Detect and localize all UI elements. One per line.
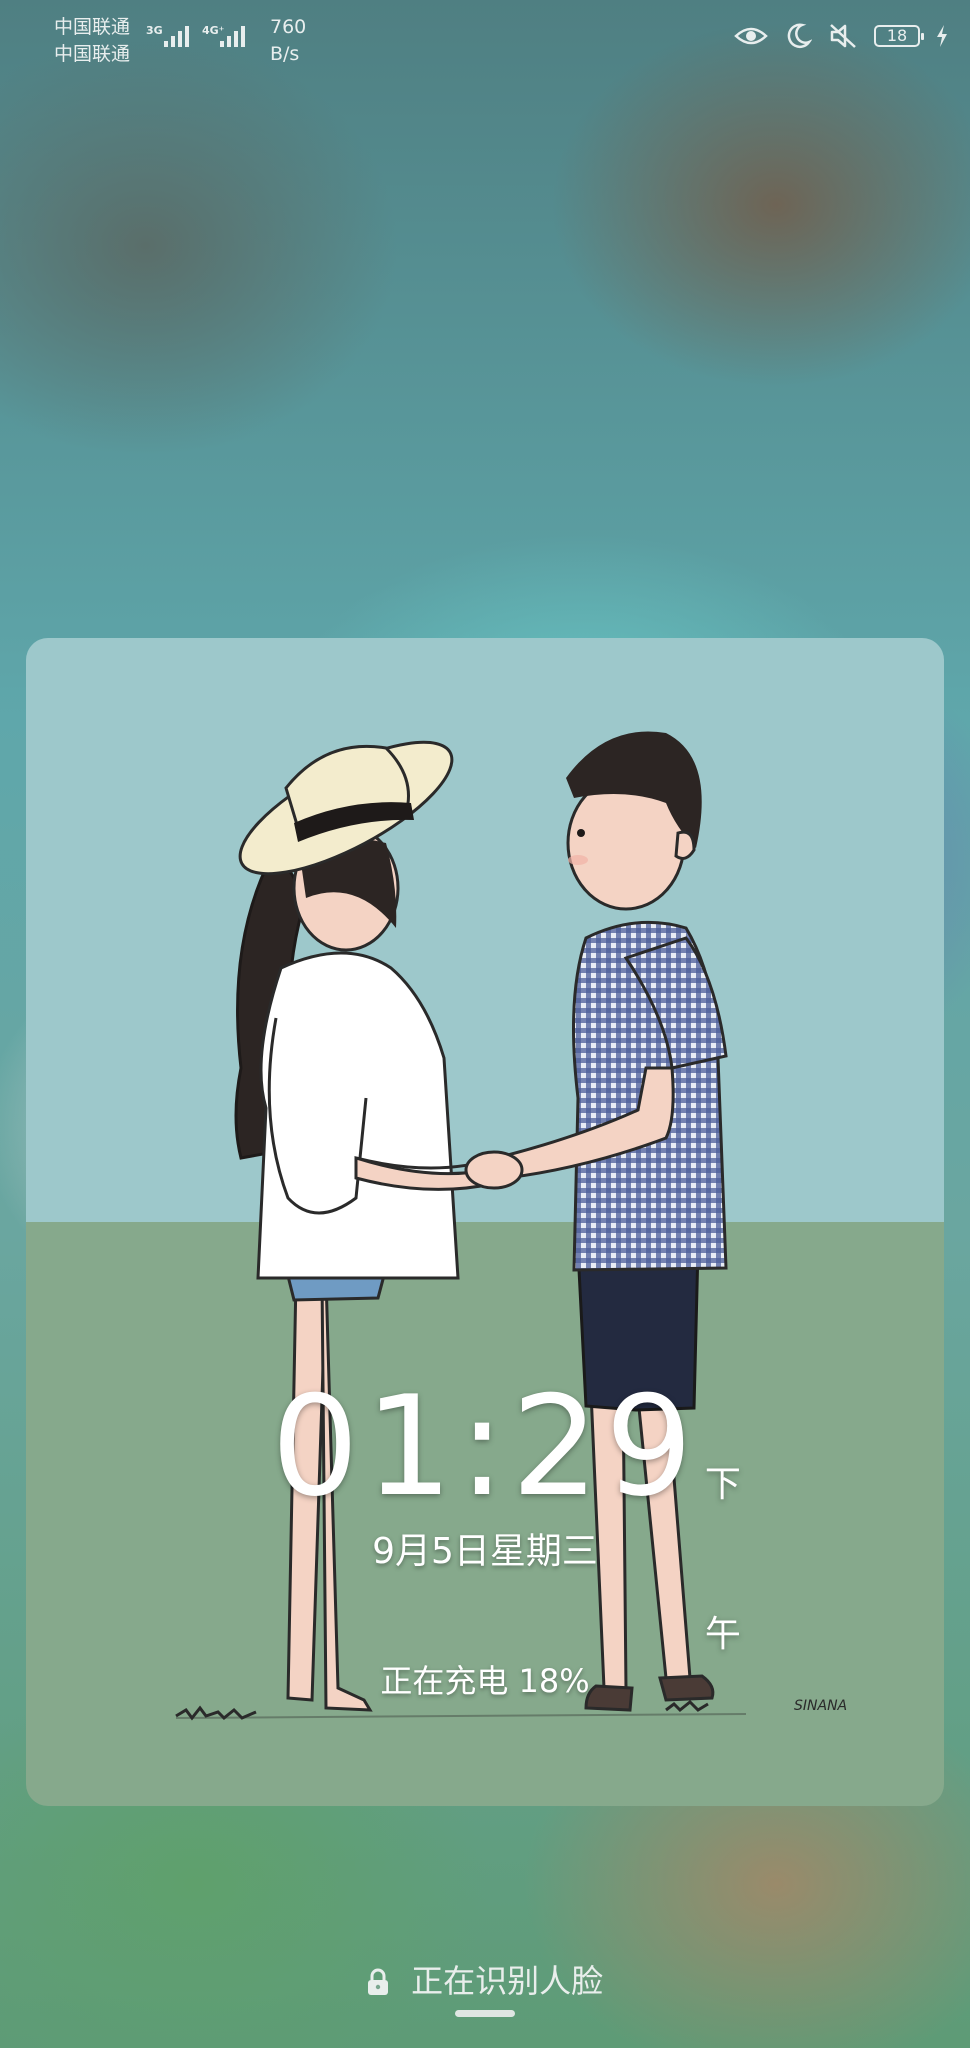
status-icons: 18 [734, 22, 948, 50]
lock-icon [367, 1968, 388, 1995]
carrier-2: 中国联通 [54, 43, 131, 65]
wallpaper-card: SINANA [26, 638, 944, 1806]
clock-time: 01:29 下午 [271, 1372, 741, 1656]
signal-bars-icon [220, 26, 245, 47]
battery-level: 18 [886, 26, 908, 45]
network-speed: 760 B/s [270, 14, 306, 68]
speed-unit: B/s [270, 43, 300, 65]
moon-icon [787, 23, 812, 49]
status-bar: 中国联通 中国联通 3G 4G⁺ 760 B/s 18 [0, 0, 970, 80]
network-type-1: 3G [146, 24, 163, 37]
battery-icon: 18 [874, 25, 924, 47]
couple-illustration: SINANA [175, 731, 847, 1721]
face-unlock-status: 正在识别人脸 [0, 1956, 970, 2002]
speed-value: 760 [270, 16, 307, 38]
signal-bars-icon [164, 26, 189, 47]
charging-status: 正在充电 18% [380, 1662, 590, 1700]
lockscreen-clock: 01:29 下午 9月5日星期三 [0, 1372, 970, 1656]
date-label: 9月5日星期三 [372, 1531, 598, 1572]
home-indicator[interactable] [455, 2010, 515, 2017]
time-value: 01:29 [271, 1366, 699, 1527]
mute-icon [830, 24, 856, 48]
eye-icon [734, 27, 768, 45]
carrier-names: 中国联通 中国联通 [54, 14, 130, 68]
carrier-1: 中国联通 [54, 16, 131, 38]
charging-bolt-icon [937, 25, 947, 47]
face-unlock-label: 正在识别人脸 [411, 1962, 604, 2000]
